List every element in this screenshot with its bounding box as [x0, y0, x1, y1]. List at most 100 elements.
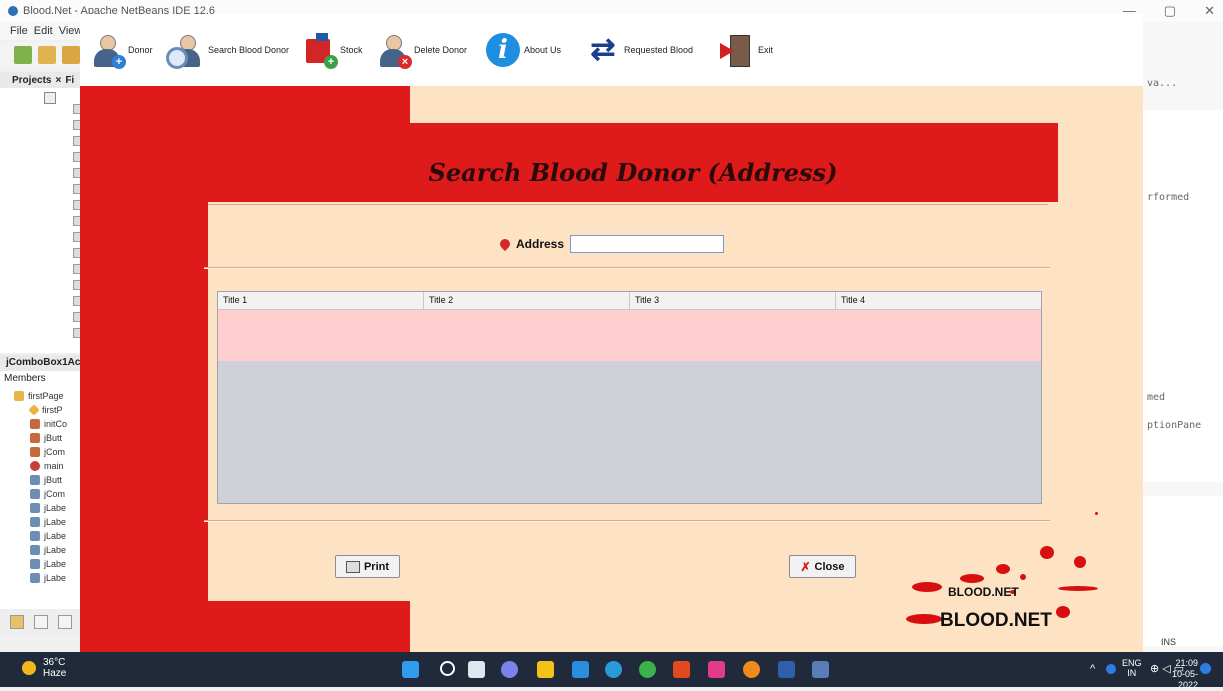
column-header[interactable]: Title 2 [424, 292, 630, 309]
save-icon[interactable] [62, 46, 80, 64]
editor-nav-label[interactable]: va... [1147, 78, 1177, 89]
menu-file[interactable]: File [10, 25, 28, 37]
constructor-icon [28, 404, 40, 416]
member-item[interactable]: jLabe [30, 531, 66, 541]
maximize-icon[interactable]: ▢ [1164, 3, 1176, 19]
table-header: Title 1 Title 2 Title 3 Title 4 [218, 292, 1041, 310]
static-filter-icon[interactable] [58, 615, 72, 629]
add-donor-icon: + [90, 33, 126, 69]
clock-date: 10-05-2022 [1171, 669, 1198, 690]
delete-donor-icon: × [376, 33, 412, 69]
menu-view[interactable]: View [59, 25, 83, 37]
table-cell[interactable] [218, 310, 424, 361]
stock-button[interactable]: + Stock [302, 24, 363, 76]
delete-donor-button[interactable]: × Delete Donor [376, 24, 467, 76]
member-item[interactable]: jCom [30, 489, 65, 499]
table-cell[interactable] [835, 310, 1041, 361]
chat-icon[interactable] [501, 661, 518, 678]
tray-chevron-icon[interactable]: ^ [1090, 663, 1095, 675]
weather-condition: Haze [43, 668, 67, 679]
task-view-icon[interactable] [468, 661, 485, 678]
tree-expander-icon[interactable] [44, 92, 56, 104]
column-header[interactable]: Title 1 [218, 292, 424, 309]
tab-files[interactable]: Fi [65, 75, 74, 86]
table-cell[interactable] [630, 310, 836, 361]
mail-icon[interactable] [572, 661, 589, 678]
donor-results-table[interactable]: Title 1 Title 2 Title 3 Title 4 [217, 291, 1042, 504]
table-row[interactable] [218, 310, 1041, 361]
table-cell[interactable] [424, 310, 630, 361]
donor-button[interactable]: + Donor [90, 24, 153, 76]
close-window-icon[interactable]: ✕ [1204, 3, 1215, 19]
code-fragment: med [1147, 392, 1166, 403]
member-item[interactable]: jLabe [30, 517, 66, 527]
weather-widget[interactable]: 36°C Haze [22, 657, 66, 679]
windows-start-icon[interactable] [402, 661, 419, 678]
member-item[interactable]: jButt [30, 475, 62, 485]
member-item[interactable]: initCo [30, 419, 67, 429]
member-item[interactable]: jCom [30, 447, 65, 457]
java-app-icon[interactable] [812, 661, 829, 678]
column-header[interactable]: Title 4 [836, 292, 1041, 309]
taskbar: 36°C Haze ^ ENG IN ⊕ ◁ ▭ 21:09 10-05-202… [0, 652, 1223, 690]
member-item[interactable]: jLabe [30, 559, 66, 569]
notification-icon[interactable] [1200, 663, 1211, 674]
red-top-block [80, 86, 410, 124]
close-button[interactable]: ✗ Close [789, 555, 856, 578]
close-tab-icon[interactable]: × [55, 75, 61, 86]
field-icon [30, 475, 40, 485]
member-item[interactable]: firstP [28, 404, 63, 416]
members-label: Members [4, 373, 46, 384]
blood-net-logo: BLOOD.NET BLOOD.NET [900, 494, 1140, 644]
member-item[interactable]: jLabe [30, 573, 66, 583]
edge-browser-icon[interactable] [605, 661, 622, 678]
search-icon[interactable] [440, 661, 455, 676]
method-icon [30, 419, 40, 429]
member-item[interactable]: jLabe [30, 545, 66, 555]
logo-text-large: BLOOD.NET [940, 610, 1052, 631]
clock-time: 21:09 [1175, 658, 1198, 668]
static-method-icon [30, 461, 40, 471]
search-blood-donor-button[interactable]: Search Blood Donor [166, 24, 289, 76]
member-item[interactable]: jLabe [30, 503, 66, 513]
right-editor-pane: va... rformed med ptionPane [1143, 22, 1223, 652]
code-fragment: ptionPane [1147, 420, 1202, 431]
filter-icon[interactable] [10, 615, 24, 629]
location-pin-icon [497, 236, 513, 252]
office-icon[interactable] [673, 661, 690, 678]
navigator-title: jComboBox1Act [0, 355, 86, 371]
field-icon [30, 531, 40, 541]
bluetooth-icon[interactable] [1106, 664, 1116, 674]
file-explorer-icon[interactable] [537, 661, 554, 678]
address-row: Address [497, 235, 725, 253]
about-us-button[interactable]: i About Us [486, 24, 561, 76]
red-bottom-block [80, 601, 410, 652]
clock[interactable]: 21:09 10-05-2022 [1160, 658, 1198, 691]
column-header[interactable]: Title 3 [630, 292, 836, 309]
code-fragment: rformed [1147, 192, 1190, 203]
requested-blood-button[interactable]: ⇄ Requested Blood [586, 24, 693, 76]
exit-button[interactable]: Exit [720, 24, 773, 76]
netbeans-logo-icon [8, 6, 18, 16]
member-item[interactable]: main [30, 461, 64, 471]
fields-filter-icon[interactable] [34, 615, 48, 629]
netbeans-taskbar-icon[interactable] [778, 661, 795, 678]
print-button[interactable]: Print [335, 555, 400, 578]
temperature: 36°C [43, 657, 66, 668]
chrome-icon[interactable] [639, 661, 656, 678]
field-icon [30, 559, 40, 569]
menu-edit[interactable]: Edit [34, 25, 53, 37]
photos-icon[interactable] [708, 661, 725, 678]
divider [208, 204, 1048, 205]
tab-projects[interactable]: Projects [12, 75, 51, 86]
language-indicator[interactable]: ENG IN [1122, 658, 1142, 678]
new-project-icon[interactable] [14, 46, 32, 64]
address-input[interactable] [570, 235, 725, 253]
app-icon[interactable] [743, 661, 760, 678]
member-item[interactable]: firstPage [14, 391, 64, 401]
open-project-icon[interactable] [38, 46, 56, 64]
field-icon [30, 517, 40, 527]
search-donor-icon [166, 33, 204, 69]
blood-net-app-window: + Donor Search Blood Donor + Stock × Del… [80, 14, 1143, 652]
member-item[interactable]: jButt [30, 433, 62, 443]
